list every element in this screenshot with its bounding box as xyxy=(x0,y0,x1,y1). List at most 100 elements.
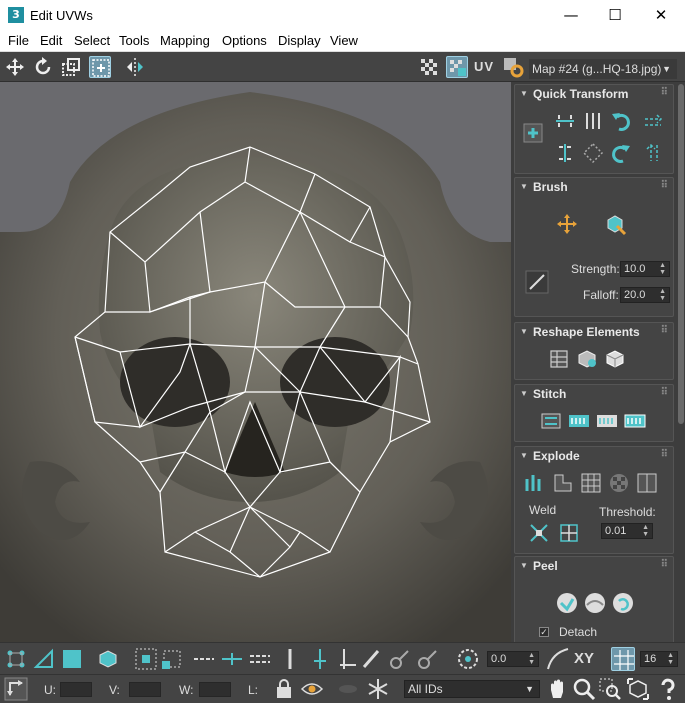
freeze-icon[interactable] xyxy=(366,677,390,701)
absolute-offset-icon[interactable] xyxy=(4,677,28,701)
spinner-arrows-icon[interactable]: ▲ ▼ xyxy=(642,524,649,538)
eye-icon[interactable] xyxy=(300,677,324,701)
lock-icon[interactable] xyxy=(272,677,296,701)
edge-mode-icon[interactable] xyxy=(32,647,56,671)
help-icon[interactable] xyxy=(656,677,680,701)
falloff-spinner[interactable]: 20.0 ▲ ▼ xyxy=(620,287,670,303)
spinner-arrows-icon[interactable]: ▲ ▼ xyxy=(659,288,666,302)
stitch-average-icon[interactable] xyxy=(595,409,619,433)
menu-select[interactable]: Select xyxy=(74,33,110,48)
zoom-region-icon[interactable] xyxy=(598,677,622,701)
move-icon[interactable] xyxy=(4,56,26,78)
rotate-ccw-icon[interactable] xyxy=(609,109,633,133)
flatten-by-smoothing-icon[interactable] xyxy=(579,471,603,495)
stitch-header[interactable]: ▼ Stitch ⠿ xyxy=(515,385,673,403)
scale-icon[interactable] xyxy=(60,56,82,78)
weld-target-icon[interactable] xyxy=(557,521,581,545)
soft-selection-icon[interactable] xyxy=(456,647,480,671)
scroll-thumb[interactable] xyxy=(678,84,684,424)
reset-peel-icon[interactable] xyxy=(611,591,635,615)
v-coordinate-field[interactable] xyxy=(129,682,161,697)
paint-select-shrink-icon[interactable] xyxy=(416,647,440,671)
space-horizontal-icon[interactable] xyxy=(581,109,605,133)
close-button[interactable]: ✕ xyxy=(638,0,684,30)
detach-checkbox[interactable]: ✓ xyxy=(539,627,549,637)
spinner-arrows-icon[interactable]: ▲ ▼ xyxy=(528,652,535,666)
u-coordinate-field[interactable] xyxy=(60,682,92,697)
menu-options[interactable]: Options xyxy=(222,33,267,48)
loop-grow-icon[interactable] xyxy=(220,647,244,671)
stitch-shape-icon[interactable] xyxy=(603,347,627,371)
mirror-icon[interactable] xyxy=(124,56,146,78)
rotate-icon[interactable] xyxy=(32,56,54,78)
spinner-arrows-icon[interactable]: ▲ ▼ xyxy=(667,652,674,666)
relax-icon[interactable] xyxy=(575,347,599,371)
xy-coordinate-space[interactable]: XY xyxy=(574,650,594,667)
texture-map-dropdown[interactable]: Map #24 (g...HQ-18.jpg) ▼ xyxy=(529,59,677,79)
flatten-by-polygon-icon[interactable] xyxy=(635,471,659,495)
ring-shrink-icon[interactable] xyxy=(336,647,360,671)
menu-mapping[interactable]: Mapping xyxy=(160,33,210,48)
break-icon[interactable] xyxy=(523,471,547,495)
align-vertical-icon[interactable] xyxy=(553,141,577,165)
minimize-button[interactable]: — xyxy=(548,0,594,30)
strength-spinner[interactable]: 10.0 ▲ ▼ xyxy=(620,261,670,277)
ring-selection-icon[interactable] xyxy=(248,647,272,671)
polygon-mode-icon[interactable] xyxy=(60,647,84,671)
vertex-mode-icon[interactable] xyxy=(4,647,28,671)
checker-pattern-icon[interactable] xyxy=(418,56,440,78)
quick-transform-header[interactable]: ▼ Quick Transform ⠿ xyxy=(515,85,673,103)
menu-display[interactable]: Display xyxy=(278,33,321,48)
straighten-icon[interactable] xyxy=(547,347,571,371)
threshold-spinner[interactable]: 0.01 ▲ ▼ xyxy=(601,523,653,539)
edge-loop-icon[interactable] xyxy=(278,647,302,671)
set-pivot-icon[interactable] xyxy=(521,121,545,145)
stitch-to-target-icon[interactable] xyxy=(567,409,591,433)
grid-snap-icon[interactable] xyxy=(611,647,635,671)
menu-view[interactable]: View xyxy=(330,33,358,48)
brush-header[interactable]: ▼ Brush ⠿ xyxy=(515,178,673,196)
split-icon[interactable] xyxy=(551,471,575,495)
uv-canvas[interactable] xyxy=(0,82,511,642)
w-coordinate-field[interactable] xyxy=(199,682,231,697)
relax-brush-icon[interactable] xyxy=(603,212,627,236)
grid-size-spinner[interactable]: 16 ▲ ▼ xyxy=(640,651,678,667)
shrink-selection-icon[interactable] xyxy=(160,647,184,671)
offset-spinner[interactable]: 0.0 ▲ ▼ xyxy=(487,651,539,667)
loop-selection-icon[interactable] xyxy=(192,647,216,671)
rotate-cw-icon[interactable] xyxy=(609,141,633,165)
paint-select-icon[interactable] xyxy=(360,647,384,671)
material-id-dropdown[interactable]: All IDs ▼ xyxy=(404,680,540,698)
hide-icon[interactable] xyxy=(336,677,360,701)
weld-selected-icon[interactable] xyxy=(527,521,551,545)
show-map-icon[interactable] xyxy=(446,56,468,78)
falloff-curve-icon[interactable] xyxy=(546,647,570,671)
flip-horizontal-icon[interactable] xyxy=(641,109,665,133)
align-to-edge-icon[interactable] xyxy=(581,141,605,165)
stitch-to-source-icon[interactable] xyxy=(623,409,647,433)
explode-header[interactable]: ▼ Explode ⠿ xyxy=(515,447,673,465)
flatten-by-material-icon[interactable] xyxy=(607,471,631,495)
paint-move-icon[interactable] xyxy=(555,212,579,236)
maximize-button[interactable]: ☐ xyxy=(592,0,638,30)
element-mode-icon[interactable] xyxy=(96,647,120,671)
align-horizontal-icon[interactable] xyxy=(553,109,577,133)
uv-space-label[interactable]: UV xyxy=(474,59,494,74)
zoom-extents-icon[interactable] xyxy=(626,677,650,701)
stitch-custom-icon[interactable] xyxy=(539,409,563,433)
menu-tools[interactable]: Tools xyxy=(119,33,149,48)
pan-hand-icon[interactable] xyxy=(546,677,570,701)
spinner-arrows-icon[interactable]: ▲ ▼ xyxy=(659,262,666,276)
flip-vertical-icon[interactable] xyxy=(641,141,665,165)
quick-peel-icon[interactable] xyxy=(555,591,579,615)
map-settings-icon[interactable] xyxy=(502,56,524,78)
freeform-mode-icon[interactable] xyxy=(89,56,111,78)
grow-selection-icon[interactable] xyxy=(134,647,158,671)
reshape-elements-header[interactable]: ▼ Reshape Elements ⠿ xyxy=(515,323,673,341)
peel-mode-icon[interactable] xyxy=(583,591,607,615)
brush-falloff-icon[interactable] xyxy=(525,270,549,294)
uv-editor-viewport[interactable] xyxy=(0,82,511,642)
paint-select-grow-icon[interactable] xyxy=(388,647,412,671)
zoom-icon[interactable] xyxy=(572,677,596,701)
panel-scrollbar[interactable] xyxy=(677,82,685,642)
